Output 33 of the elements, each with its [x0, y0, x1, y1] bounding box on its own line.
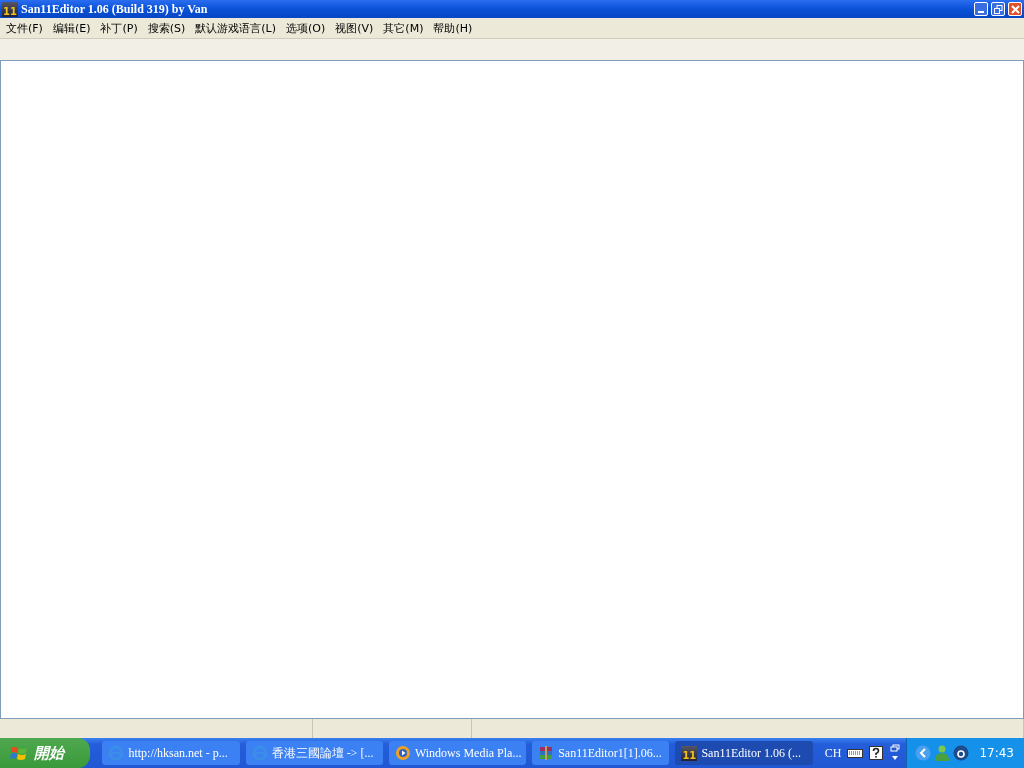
app-icon: 11 — [681, 745, 698, 761]
taskbar-button[interactable]: Windows Media Pla... — [388, 741, 527, 765]
keyboard-icon[interactable] — [847, 747, 863, 759]
menu-item[interactable]: 文件(F) — [2, 20, 49, 36]
restore-button[interactable] — [991, 2, 1005, 16]
menu-item[interactable]: 补丁(P) — [96, 20, 144, 36]
menu-item[interactable]: 编辑(E) — [48, 20, 97, 36]
close-button[interactable] — [1008, 2, 1022, 16]
minimize-icon — [978, 10, 984, 13]
media-player-icon — [394, 745, 411, 761]
menu-item[interactable]: 默认游戏语言(L) — [191, 20, 282, 36]
chevron-left-icon[interactable] — [915, 745, 932, 761]
restore-icon — [993, 4, 1003, 14]
taskbar-button[interactable]: http://hksan.net - p... — [102, 741, 240, 765]
clock: 17:43 — [979, 746, 1014, 760]
menu-item[interactable]: 帮助(H) — [429, 20, 479, 36]
minimize-button[interactable] — [974, 2, 988, 16]
language-indicator[interactable]: CH — [824, 745, 842, 761]
help-icon[interactable] — [868, 746, 883, 760]
window-title: San11Editor 1.06 (Build 319) by Van — [21, 1, 208, 17]
taskbar-button[interactable]: 11 San11Editor 1.06 (... — [675, 741, 813, 765]
archive-icon — [538, 745, 555, 761]
windows-flag-icon — [10, 745, 28, 761]
close-icon — [1010, 4, 1020, 14]
app-icon: 11 — [2, 1, 18, 17]
menu-item[interactable]: 其它(M) — [379, 20, 430, 36]
menu-item[interactable]: 选项(O) — [282, 20, 332, 36]
menu-item[interactable]: 搜索(S) — [143, 20, 192, 36]
menu-item[interactable]: 视图(V) — [331, 20, 380, 36]
taskbar-button[interactable]: 香港三國論壇 -> [... — [245, 741, 383, 765]
restore-windows-icon[interactable] — [888, 744, 901, 762]
globe-icon[interactable] — [953, 745, 970, 761]
taskbar-button[interactable]: San11Editor1[1].06... — [532, 741, 670, 765]
